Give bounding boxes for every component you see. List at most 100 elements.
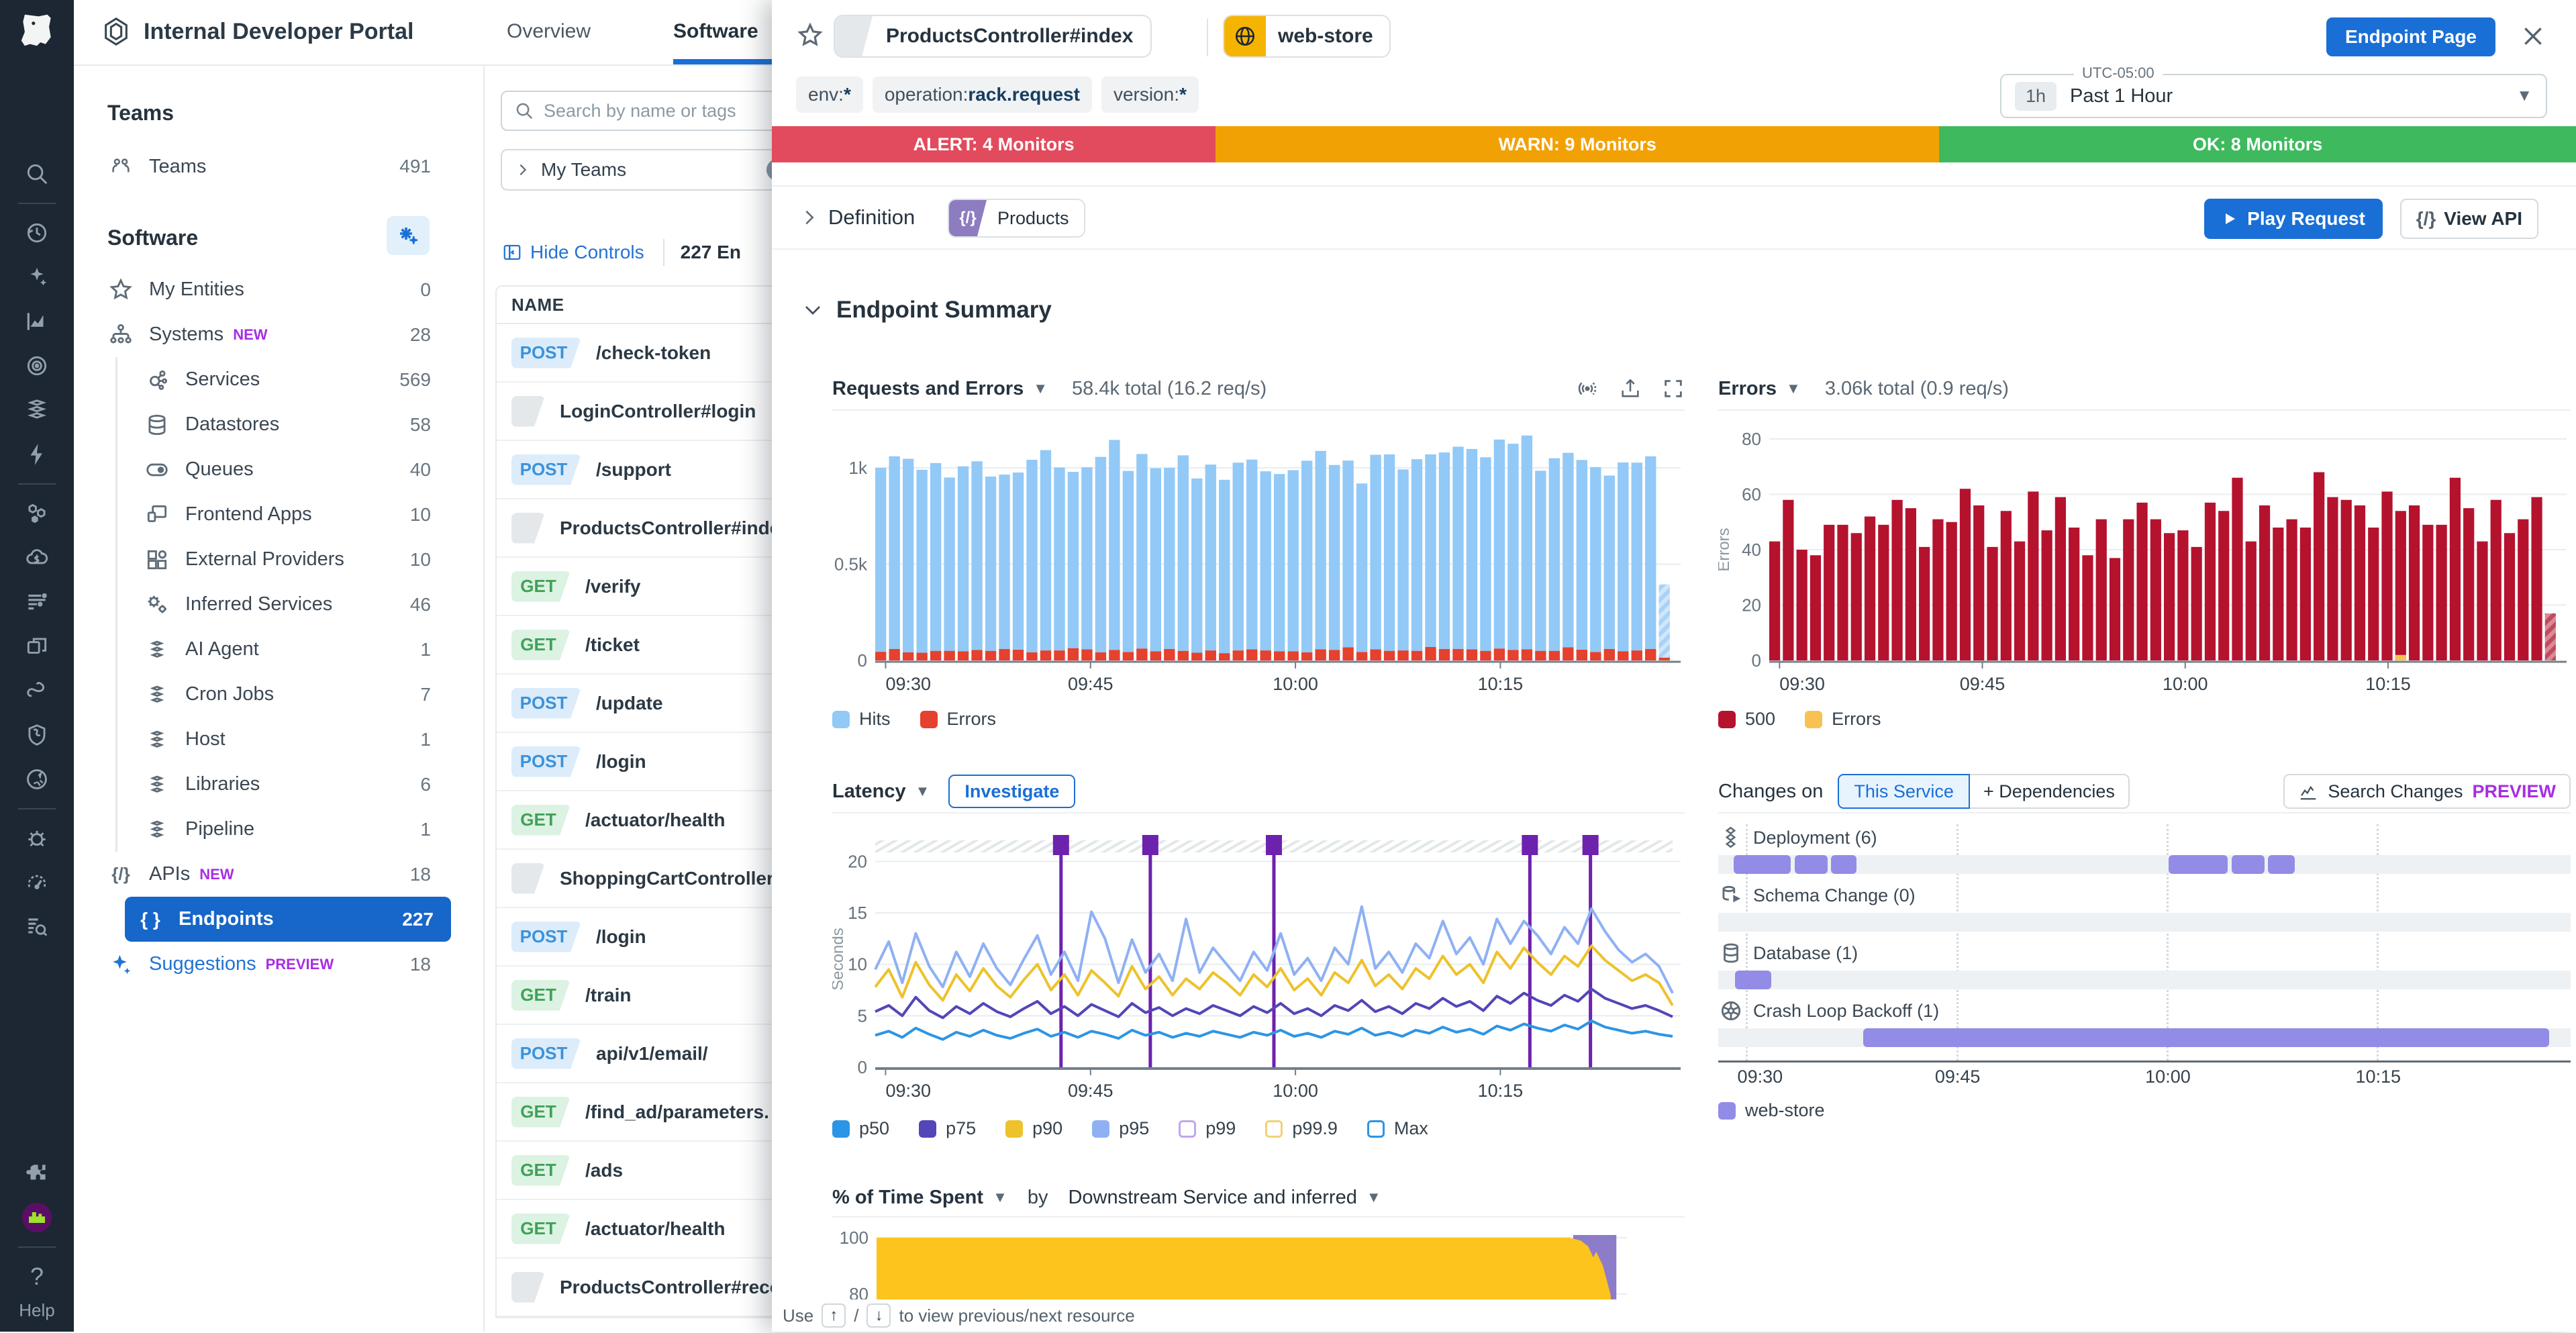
service-chip[interactable]: web-store xyxy=(1223,15,1391,58)
my-teams-filter[interactable]: My Teams xyxy=(501,149,772,191)
search-input[interactable] xyxy=(544,101,772,121)
link-icon[interactable] xyxy=(22,676,52,705)
endpoint-row[interactable]: ProductsController#inde xyxy=(497,499,772,558)
sidebar-item-inferred-services[interactable]: Inferred Services46 xyxy=(74,582,483,627)
shield-icon[interactable] xyxy=(22,720,52,750)
latency-dropdown[interactable]: Latency xyxy=(832,781,906,803)
endpoint-page-button[interactable]: Endpoint Page xyxy=(2326,17,2495,56)
sidebar-item-services[interactable]: Services569 xyxy=(74,357,483,402)
hexagons-icon[interactable] xyxy=(22,499,52,528)
endpoint-row[interactable]: POST/update xyxy=(497,675,772,733)
monitor-segment[interactable]: OK: 8 Monitors xyxy=(1939,126,2576,162)
view-api-button[interactable]: {/} View API xyxy=(2400,199,2538,239)
gauge-icon[interactable] xyxy=(22,868,52,897)
sidebar-item-datastores[interactable]: Datastores58 xyxy=(74,402,483,447)
cloud-cost-icon[interactable] xyxy=(22,543,52,573)
legend-item-p75[interactable]: p75 xyxy=(919,1118,976,1139)
change-row-database[interactable]: Database (1) xyxy=(1718,940,2571,967)
layers-icon[interactable] xyxy=(22,395,52,425)
endpoint-row[interactable]: GET/find_ad/parameters. xyxy=(497,1083,772,1142)
change-segment[interactable] xyxy=(1831,855,1856,874)
bug-icon[interactable] xyxy=(22,824,52,853)
sidebar-item-my-entities[interactable]: My Entities0 xyxy=(74,267,483,312)
hide-controls-button[interactable]: Hide Controls xyxy=(502,242,644,263)
legend-item-errors[interactable]: Errors xyxy=(920,709,997,730)
changes-scope-segmented[interactable]: This Service + Dependencies xyxy=(1838,774,2129,809)
sidebar-item-suggestions[interactable]: SuggestionsPREVIEW18 xyxy=(74,942,483,987)
avatar-icon[interactable] xyxy=(22,1203,52,1232)
change-row-crashloop[interactable]: Crash Loop Backoff (1) xyxy=(1718,997,2571,1024)
endpoint-row[interactable]: GET/actuator/health xyxy=(497,791,772,850)
history-icon[interactable] xyxy=(22,218,52,248)
api-chip[interactable]: {/} Products xyxy=(948,199,1085,238)
live-data-icon[interactable] xyxy=(1576,377,1599,400)
entity-search[interactable] xyxy=(501,91,772,131)
tab-overview[interactable]: Overview xyxy=(507,20,591,43)
change-row-deployment[interactable]: Deployment (6) xyxy=(1718,824,2571,851)
change-segment[interactable] xyxy=(2232,855,2265,874)
legend-item-p99[interactable]: p99 xyxy=(1179,1118,1236,1139)
sidebar-item-pipeline[interactable]: Pipeline1 xyxy=(74,807,483,852)
sidebar-item-cron-jobs[interactable]: Cron Jobs7 xyxy=(74,672,483,717)
change-segment[interactable] xyxy=(1795,855,1827,874)
endpoint-row[interactable]: POST/login xyxy=(497,908,772,967)
scope-tag[interactable]: operation:rack.request xyxy=(873,77,1092,113)
endpoint-row[interactable]: POST/login xyxy=(497,733,772,791)
legend-item-hits[interactable]: Hits xyxy=(832,709,891,730)
change-segment[interactable] xyxy=(2169,855,2228,874)
org-bars-icon[interactable] xyxy=(22,587,52,617)
metrics-icon[interactable] xyxy=(22,307,52,336)
legend-item-errors[interactable]: Errors xyxy=(1805,709,1881,730)
change-segment[interactable] xyxy=(1734,855,1791,874)
search-changes-button[interactable]: Search Changes PREVIEW xyxy=(2283,774,2571,809)
time-range-picker[interactable]: UTC-05:00 1h Past 1 Hour ▼ xyxy=(2000,74,2547,118)
endpoint-row[interactable]: POST/support xyxy=(497,441,772,499)
endpoint-row[interactable]: LoginController#login xyxy=(497,383,772,441)
dependencies-segment[interactable]: + Dependencies xyxy=(1970,774,2130,809)
endpoint-row[interactable]: ShoppingCartController# xyxy=(497,850,772,908)
change-segment[interactable] xyxy=(1863,1028,2549,1047)
endpoint-row[interactable]: GET/ads xyxy=(497,1142,772,1200)
endpoint-summary-heading[interactable]: Endpoint Summary xyxy=(803,297,1052,324)
sidebar-item-ai-agent[interactable]: AI Agent1 xyxy=(74,627,483,672)
bolt-icon[interactable] xyxy=(22,440,52,469)
monitor-segment[interactable]: ALERT: 4 Monitors xyxy=(772,126,1216,162)
legend-item-max[interactable]: Max xyxy=(1367,1118,1428,1139)
sidebar-item-frontend-apps[interactable]: Frontend Apps10 xyxy=(74,492,483,537)
sidebar-item-teams[interactable]: Teams 491 xyxy=(74,145,483,188)
sparkles-icon[interactable] xyxy=(22,262,52,292)
compass-icon[interactable] xyxy=(22,764,52,794)
legend-item-p90[interactable]: p90 xyxy=(1005,1118,1062,1139)
play-request-button[interactable]: Play Request xyxy=(2204,199,2383,239)
close-icon[interactable] xyxy=(2520,23,2546,50)
legend-item-p50[interactable]: p50 xyxy=(832,1118,889,1139)
windows-icon[interactable] xyxy=(22,632,52,661)
scope-tag[interactable]: env:* xyxy=(796,77,863,113)
help-icon[interactable]: ? xyxy=(22,1262,52,1291)
this-service-segment[interactable]: This Service xyxy=(1838,774,1970,809)
sidebar-item-host[interactable]: Host1 xyxy=(74,717,483,762)
change-row-schema[interactable]: Schema Change (0) xyxy=(1718,882,2571,909)
endpoint-row[interactable]: POST/check-token xyxy=(497,324,772,383)
investigate-button[interactable]: Investigate xyxy=(948,775,1075,808)
chevron-right-icon[interactable] xyxy=(800,208,819,227)
sidebar-item-libraries[interactable]: Libraries6 xyxy=(74,762,483,807)
sidebar-item-external-providers[interactable]: External Providers10 xyxy=(74,537,483,582)
sidebar-item-systems[interactable]: SystemsNEW28 xyxy=(74,312,483,357)
endpoint-row[interactable]: GET/ticket xyxy=(497,616,772,675)
endpoint-row[interactable]: GET/train xyxy=(497,967,772,1025)
software-settings-button[interactable] xyxy=(387,216,430,255)
fullscreen-icon[interactable] xyxy=(1662,377,1685,400)
scope-tag[interactable]: version:* xyxy=(1101,77,1199,113)
datadog-logo[interactable] xyxy=(16,9,58,51)
endpoint-row[interactable]: POSTapi/v1/email/ xyxy=(497,1025,772,1083)
legend-item-web-store[interactable]: web-store xyxy=(1718,1100,1825,1121)
requests-dropdown[interactable]: Requests and Errors xyxy=(832,378,1024,400)
my-teams-toggle[interactable] xyxy=(766,159,772,181)
arrow-down-key[interactable]: ↓ xyxy=(866,1303,891,1328)
search-icon[interactable] xyxy=(22,159,52,189)
export-icon[interactable] xyxy=(1619,377,1642,400)
endpoint-row[interactable]: ProductsController#reco xyxy=(497,1258,772,1317)
time-spent-dropdown[interactable]: % of Time Spent xyxy=(832,1187,983,1209)
target-icon[interactable] xyxy=(22,351,52,381)
